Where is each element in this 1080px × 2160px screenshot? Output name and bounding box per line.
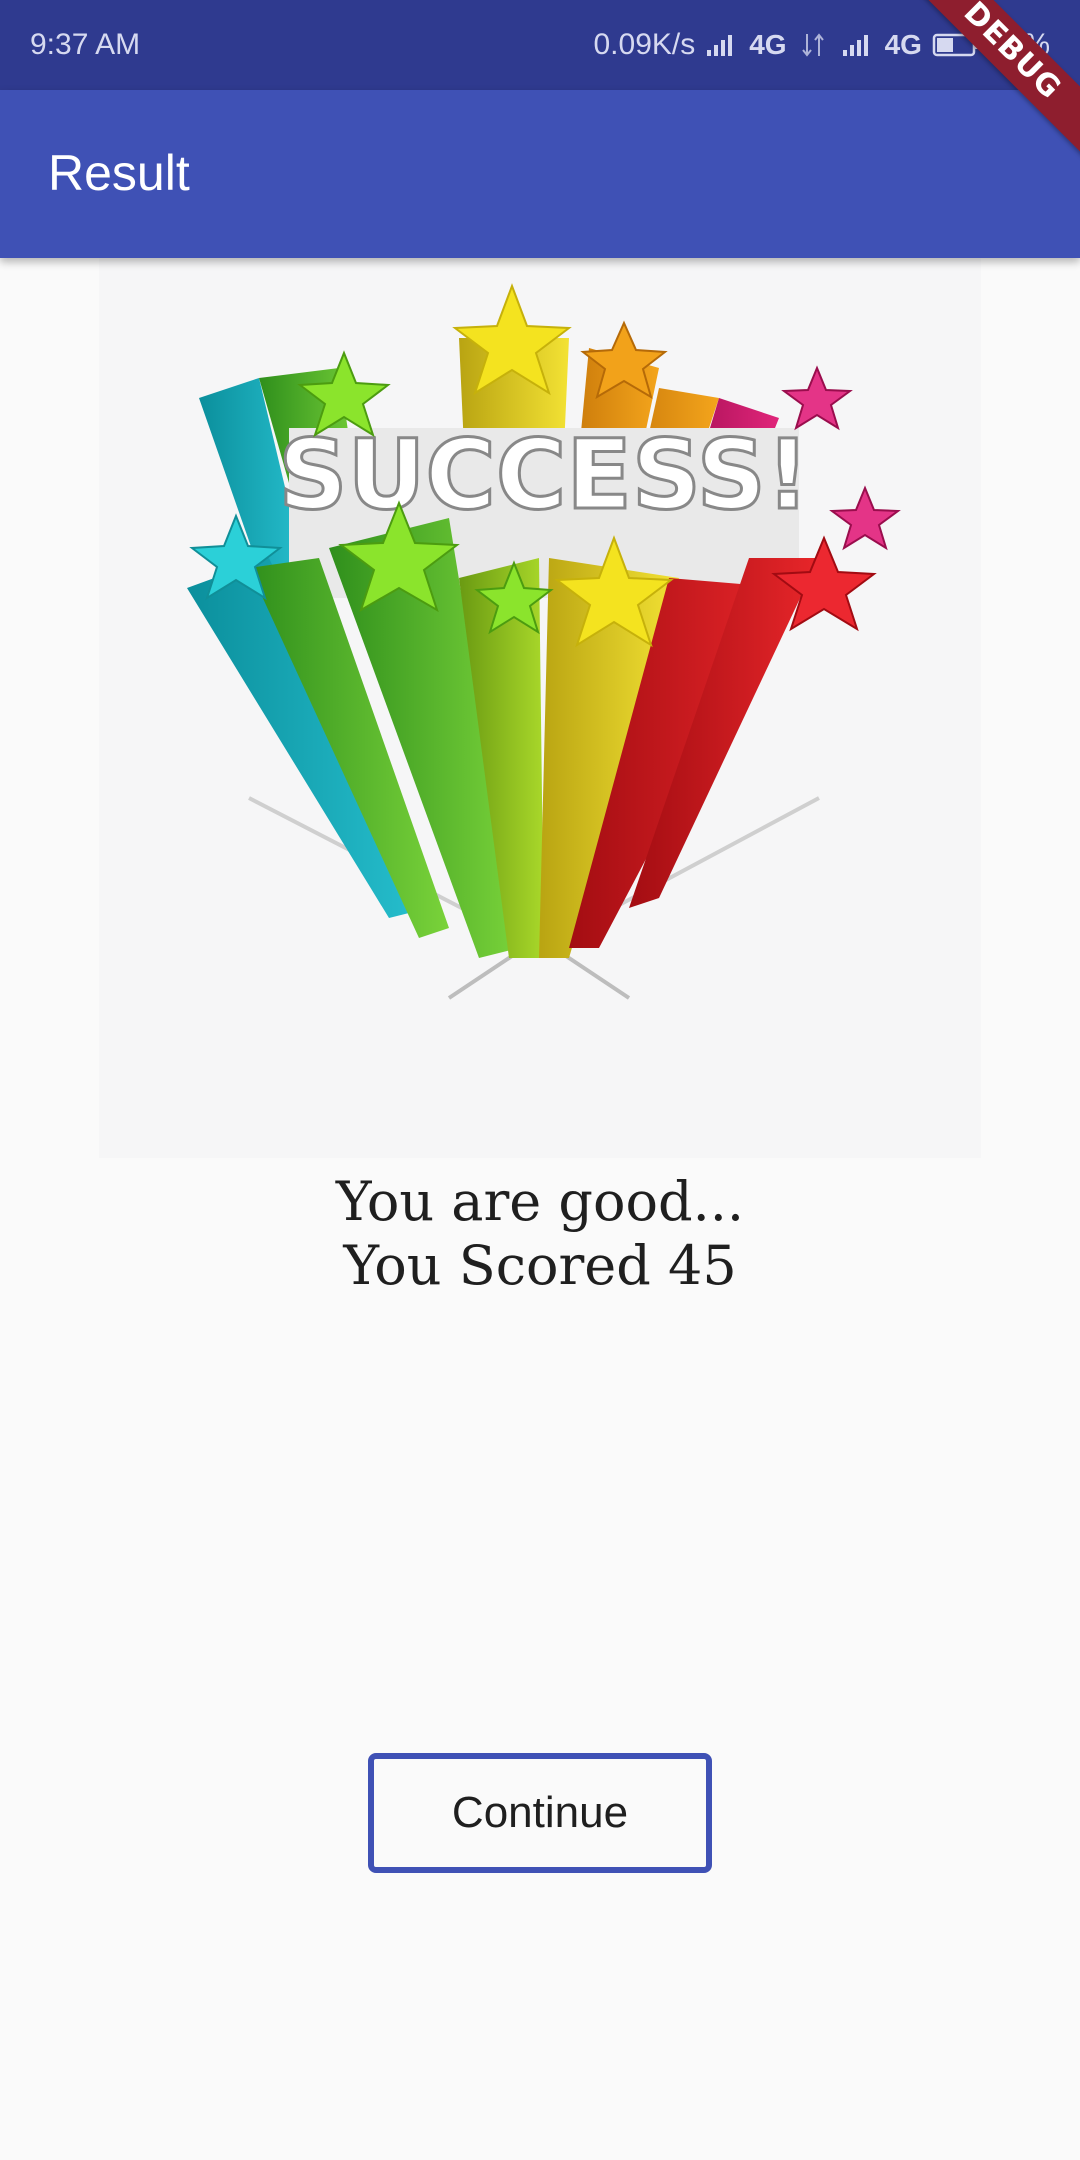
success-image: SUCCESS! <box>99 258 981 1158</box>
signal-icon-2 <box>842 35 868 56</box>
data-transfer-icon <box>801 33 824 57</box>
network-speed: 0.09K/s <box>593 28 696 61</box>
hero-text: SUCCESS! <box>278 419 809 531</box>
network-type-2: 4G <box>884 29 922 60</box>
success-illustration: SUCCESS! <box>187 283 901 1000</box>
page-title: Result <box>48 145 190 201</box>
result-screen: 9:37 AM 0.09K/s 4G 4G Result DEBUG SUCCE… <box>0 0 1080 2160</box>
result-text: You are good... You Scored 45 <box>0 1170 1080 1298</box>
status-time: 9:37 AM <box>30 28 141 61</box>
network-type-1: 4G <box>749 29 787 60</box>
signal-icon <box>707 35 733 56</box>
status-bar: 9:37 AM 0.09K/s 4G 4G <box>0 0 1080 90</box>
continue-button[interactable]: Continue <box>368 1753 712 1873</box>
app-bar: Result <box>0 90 1080 258</box>
result-message: You are good... <box>335 1170 745 1233</box>
score-line: You Scored 45 <box>343 1234 737 1297</box>
